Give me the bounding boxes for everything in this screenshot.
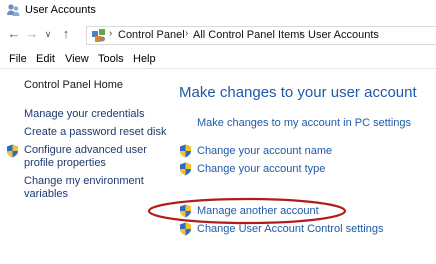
breadcrumb-separator-icon[interactable]: › xyxy=(185,28,188,39)
shield-icon xyxy=(180,162,191,176)
menu-view[interactable]: View xyxy=(65,53,89,65)
highlight-ellipse xyxy=(147,197,347,225)
shield-icon xyxy=(180,144,191,158)
pc-settings-link[interactable]: Make changes to my account in PC setting… xyxy=(197,117,411,129)
breadcrumb-all-control-panel-items[interactable]: All Control Panel Items xyxy=(193,29,305,41)
environment-line1[interactable]: Change my environment xyxy=(24,175,144,188)
menu-edit[interactable]: Edit xyxy=(36,53,55,65)
breadcrumb-control-panel[interactable]: Control Panel xyxy=(118,29,185,41)
change-account-name-link[interactable]: Change your account name xyxy=(197,145,332,157)
breadcrumb-user-accounts[interactable]: User Accounts xyxy=(308,29,379,41)
create-password-reset-disk-link[interactable]: Create a password reset disk xyxy=(24,126,166,139)
menu-bar: File Edit View Tools Help xyxy=(0,50,436,69)
user-accounts-icon xyxy=(7,4,20,16)
window-title: User Accounts xyxy=(25,4,96,16)
menu-tools[interactable]: Tools xyxy=(98,53,124,65)
change-account-type-link[interactable]: Change your account type xyxy=(197,163,325,175)
configure-advanced-line2[interactable]: profile properties xyxy=(24,157,106,170)
environment-line2[interactable]: variables xyxy=(24,188,68,201)
forward-arrow-icon[interactable]: → xyxy=(24,26,40,42)
configure-advanced-line1[interactable]: Configure advanced user xyxy=(24,144,147,157)
breadcrumb-separator-icon[interactable]: › xyxy=(299,28,302,39)
control-panel-home-link[interactable]: Control Panel Home xyxy=(24,79,123,92)
chevron-down-icon[interactable]: ∨ xyxy=(42,26,54,42)
address-bar[interactable]: › Control Panel › All Control Panel Item… xyxy=(86,26,436,45)
shield-icon xyxy=(7,144,18,158)
control-panel-icon xyxy=(92,29,105,42)
menu-file[interactable]: File xyxy=(9,53,27,65)
menu-help[interactable]: Help xyxy=(133,53,156,65)
up-arrow-icon[interactable]: ↑ xyxy=(58,26,74,42)
title-bar: User Accounts xyxy=(0,0,436,22)
back-arrow-icon[interactable]: ← xyxy=(6,26,22,42)
manage-credentials-link[interactable]: Manage your credentials xyxy=(24,108,144,121)
breadcrumb-separator-icon[interactable]: › xyxy=(109,28,112,39)
page-heading: Make changes to your user account xyxy=(179,84,417,101)
